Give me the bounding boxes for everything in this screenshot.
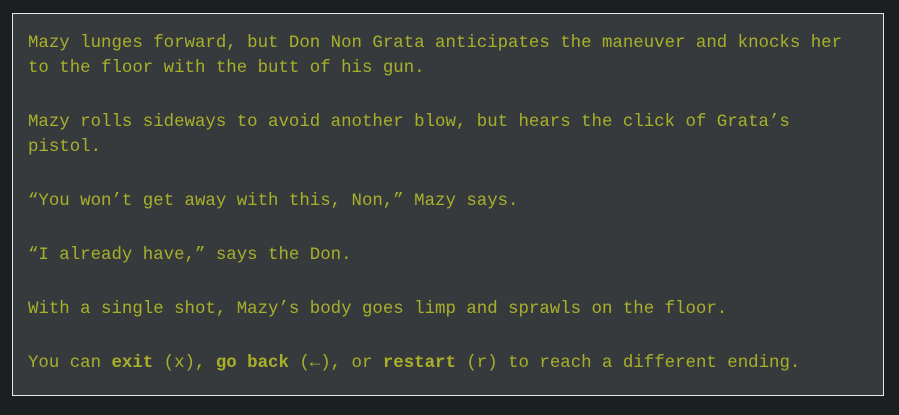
exit-link[interactable]: exit: [112, 354, 154, 373]
ending-options: You can exit (x), go back (←), or restar…: [28, 351, 868, 376]
story-paragraph: With a single shot, Mazy’s body goes lim…: [28, 300, 728, 319]
story-paragraph: “I already have,” says the Don.: [28, 246, 352, 265]
go-back-link[interactable]: go back: [216, 354, 289, 373]
story-panel: Mazy lunges forward, but Don Non Grata a…: [12, 13, 884, 396]
ending-suffix: (r) to reach a different ending.: [455, 354, 801, 373]
exit-key-hint: (x),: [153, 354, 216, 373]
restart-link[interactable]: restart: [383, 354, 456, 373]
ending-prefix: You can: [28, 354, 112, 373]
back-key-hint: (←), or: [288, 354, 383, 373]
story-paragraph: Mazy lunges forward, but Don Non Grata a…: [28, 34, 853, 78]
story-paragraph: “You won’t get away with this, Non,” Maz…: [28, 192, 519, 211]
story-paragraph: Mazy rolls sideways to avoid another blo…: [28, 113, 801, 157]
